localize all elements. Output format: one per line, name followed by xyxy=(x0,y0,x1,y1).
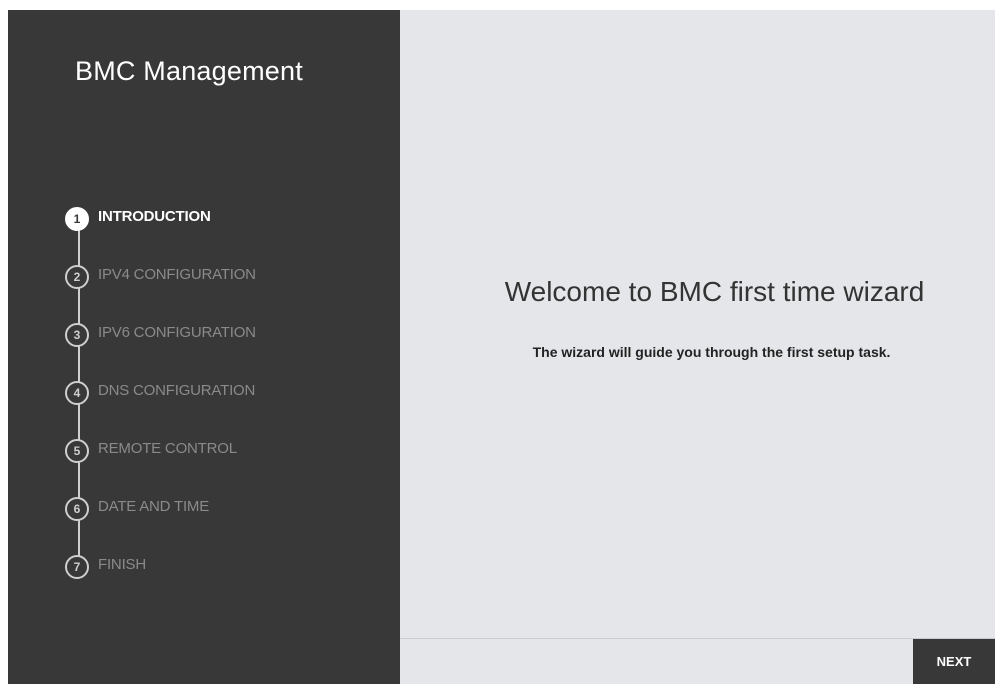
wizard-steps: 1 INTRODUCTION 2 IPV4 CONFIGURATION 3 IP… xyxy=(65,204,385,610)
step-remote-control[interactable]: 5 REMOTE CONTROL xyxy=(65,436,385,494)
step-label: REMOTE CONTROL xyxy=(98,440,237,457)
wizard-footer: NEXT xyxy=(400,638,995,684)
step-label: INTRODUCTION xyxy=(98,208,211,225)
step-number-icon: 7 xyxy=(65,555,89,579)
step-label: DATE AND TIME xyxy=(98,498,210,515)
wizard-main-panel: Welcome to BMC first time wizard The wiz… xyxy=(400,10,995,684)
step-introduction[interactable]: 1 INTRODUCTION xyxy=(65,204,385,262)
step-number-icon: 6 xyxy=(65,497,89,521)
wizard-sidebar: BMC Management 1 INTRODUCTION 2 IPV4 CON… xyxy=(8,10,400,684)
step-label: IPV6 CONFIGURATION xyxy=(98,324,256,341)
step-number-icon: 2 xyxy=(65,265,89,289)
wizard-content: Welcome to BMC first time wizard The wiz… xyxy=(400,10,995,638)
step-label: DNS CONFIGURATION xyxy=(98,382,256,399)
step-number-icon: 3 xyxy=(65,323,89,347)
step-finish[interactable]: 7 FINISH xyxy=(65,552,385,610)
step-date-and-time[interactable]: 6 DATE AND TIME xyxy=(65,494,385,552)
welcome-subtitle: The wizard will guide you through the fi… xyxy=(532,344,891,360)
step-label: FINISH xyxy=(98,556,146,573)
wizard-window: BMC Management 1 INTRODUCTION 2 IPV4 CON… xyxy=(8,10,995,684)
step-dns-configuration[interactable]: 4 DNS CONFIGURATION xyxy=(65,378,385,436)
step-label: IPV4 CONFIGURATION xyxy=(98,266,256,283)
step-ipv4-configuration[interactable]: 2 IPV4 CONFIGURATION xyxy=(65,262,385,320)
step-number-icon: 5 xyxy=(65,439,89,463)
step-number-icon: 1 xyxy=(65,207,89,231)
step-number-icon: 4 xyxy=(65,381,89,405)
step-ipv6-configuration[interactable]: 3 IPV6 CONFIGURATION xyxy=(65,320,385,378)
app-title: BMC Management xyxy=(75,56,303,86)
next-button[interactable]: NEXT xyxy=(913,639,995,684)
welcome-title: Welcome to BMC first time wizard xyxy=(504,276,925,307)
